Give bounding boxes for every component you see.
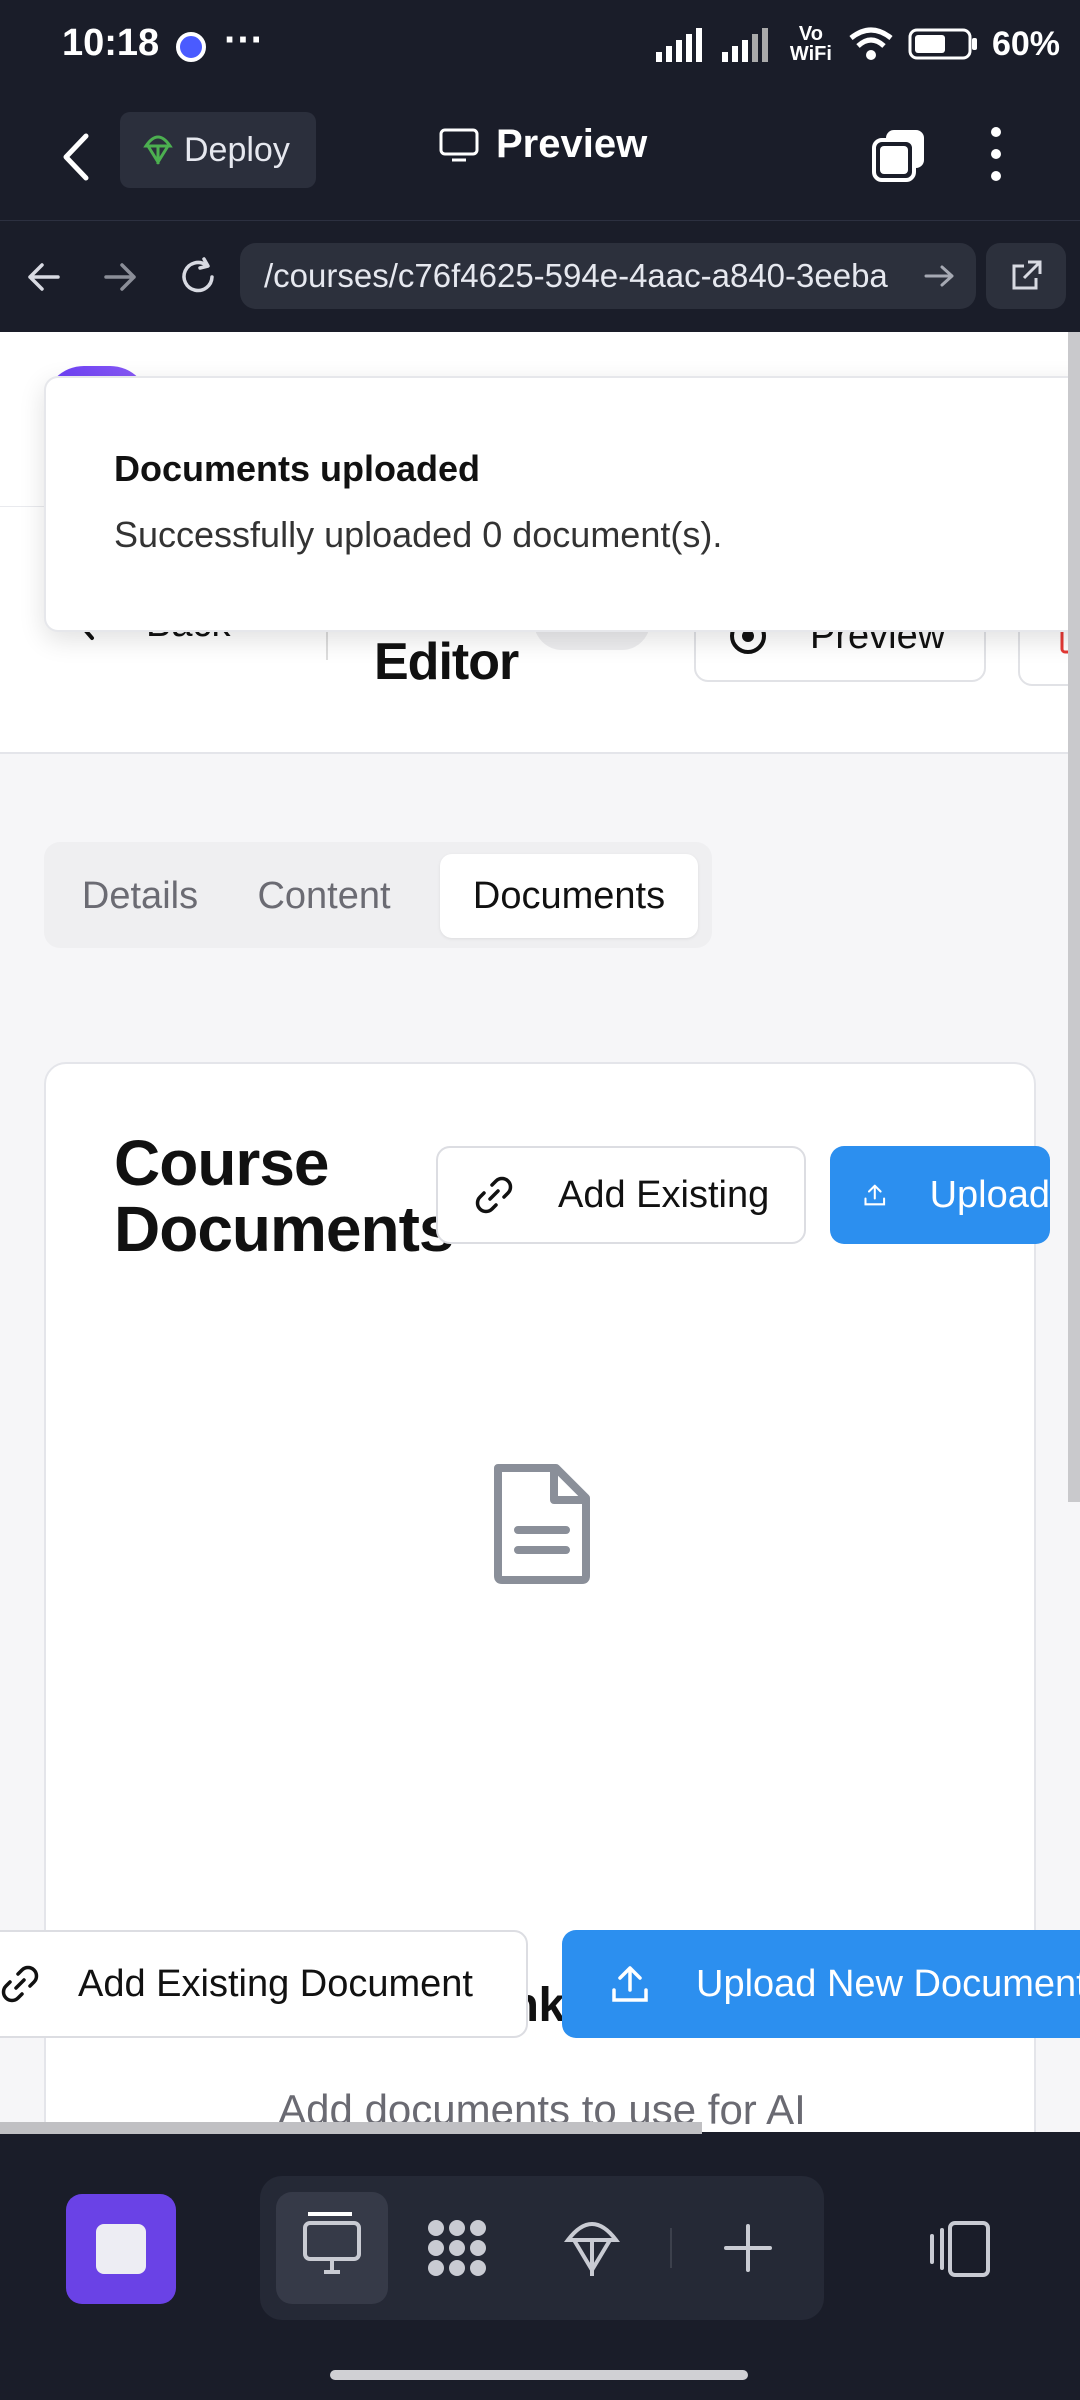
- status-more: ···: [224, 18, 264, 62]
- tab-documents[interactable]: Documents: [440, 854, 698, 938]
- monitor-icon: [439, 128, 479, 161]
- card-title: Course Documents: [114, 1130, 454, 1262]
- upload-new-document-button[interactable]: Upload New Document: [562, 1930, 1080, 2038]
- add-existing-button[interactable]: Add Existing: [436, 1146, 806, 1244]
- toolbar-divider: [670, 2228, 672, 2268]
- stop-icon: [96, 2224, 146, 2274]
- toast-message: Successfully uploaded 0 document(s).: [114, 514, 723, 555]
- editor-title: Editor: [374, 633, 519, 691]
- status-bar: 10:18 ··· Vo WiFi 60%: [0, 0, 1080, 96]
- add-icon[interactable]: [722, 2222, 774, 2274]
- preview-title: Preview: [438, 122, 647, 167]
- deploy-button[interactable]: Deploy: [120, 112, 316, 188]
- horizontal-scrollbar[interactable]: [0, 2122, 702, 2134]
- toast-notification: Documents uploaded Successfully uploaded…: [44, 376, 1080, 632]
- device-rotate-icon[interactable]: [926, 2220, 992, 2278]
- signal-icon: [655, 28, 702, 62]
- tab-details[interactable]: Details: [60, 854, 220, 938]
- external-link-icon: [1012, 260, 1042, 290]
- deploy-label: Deploy: [184, 130, 290, 169]
- url-field[interactable]: /courses/c76f4625-594e-4aac-a840-3eeba: [240, 243, 976, 309]
- add-existing-document-label: Add Existing Document: [78, 1962, 473, 2005]
- battery-icon: [908, 28, 977, 60]
- back-chevron-icon[interactable]: [56, 130, 98, 184]
- upload-new-document-label: Upload New Document: [696, 1962, 1080, 2005]
- stop-button[interactable]: [66, 2194, 176, 2304]
- open-external-button[interactable]: [986, 243, 1066, 309]
- home-indicator[interactable]: [330, 2370, 748, 2380]
- tab-list: Details Content Documents: [44, 842, 712, 948]
- monitor-icon: [303, 2221, 361, 2274]
- active-tab-indicator: [308, 2212, 352, 2216]
- preview-title-text: Preview: [496, 122, 648, 166]
- link-icon: [475, 1176, 513, 1214]
- wifi-icon: [849, 27, 893, 60]
- url-text: /courses/c76f4625-594e-4aac-a840-3eeba: [264, 257, 888, 294]
- deploy-icon: [143, 135, 173, 165]
- browser-forward-icon[interactable]: [100, 257, 140, 297]
- vowifi-label: Vo WiFi: [789, 23, 832, 65]
- add-existing-document-button[interactable]: Add Existing Document: [0, 1930, 528, 2038]
- more-vert-icon[interactable]: [982, 122, 1010, 186]
- signal-2-icon: [721, 28, 768, 62]
- browser-back-icon[interactable]: [24, 257, 64, 297]
- notification-icon: [176, 32, 206, 62]
- document-icon: [494, 1464, 590, 1584]
- tool-group: [260, 2176, 824, 2320]
- upload-button[interactable]: Upload: [830, 1146, 1050, 1244]
- reload-icon[interactable]: [176, 255, 220, 299]
- status-time: 10:18: [62, 22, 160, 64]
- link-icon: [1, 1965, 39, 2003]
- card-title-line-2: Documents: [114, 1193, 454, 1265]
- battery-percent: 60%: [991, 24, 1060, 63]
- upload-icon: [612, 1966, 648, 2002]
- vertical-scrollbar[interactable]: [1068, 332, 1080, 1502]
- tabs-icon[interactable]: [870, 126, 928, 184]
- upload-icon: [864, 1184, 886, 1206]
- preview-tool-button[interactable]: [276, 2192, 388, 2304]
- bottom-toolbar: [0, 2134, 1080, 2400]
- apps-cluster-icon[interactable]: [422, 2216, 492, 2280]
- browser-bar: /courses/c76f4625-594e-4aac-a840-3eeba: [0, 220, 1080, 333]
- toast-title: Documents uploaded: [114, 448, 481, 489]
- deploy-tool-icon[interactable]: [564, 2214, 620, 2282]
- tab-content[interactable]: Content: [228, 854, 420, 938]
- upload-label: Upload: [929, 1173, 1050, 1216]
- status-right: Vo WiFi 60%: [655, 23, 1060, 65]
- go-arrow-icon[interactable]: [922, 261, 958, 291]
- page-viewport: Back Editor draft Preview Details Conten…: [0, 332, 1080, 2132]
- add-existing-label: Add Existing: [558, 1173, 770, 1216]
- card-title-line-1: Course: [114, 1127, 329, 1199]
- app-bar: Deploy Preview: [0, 96, 1080, 220]
